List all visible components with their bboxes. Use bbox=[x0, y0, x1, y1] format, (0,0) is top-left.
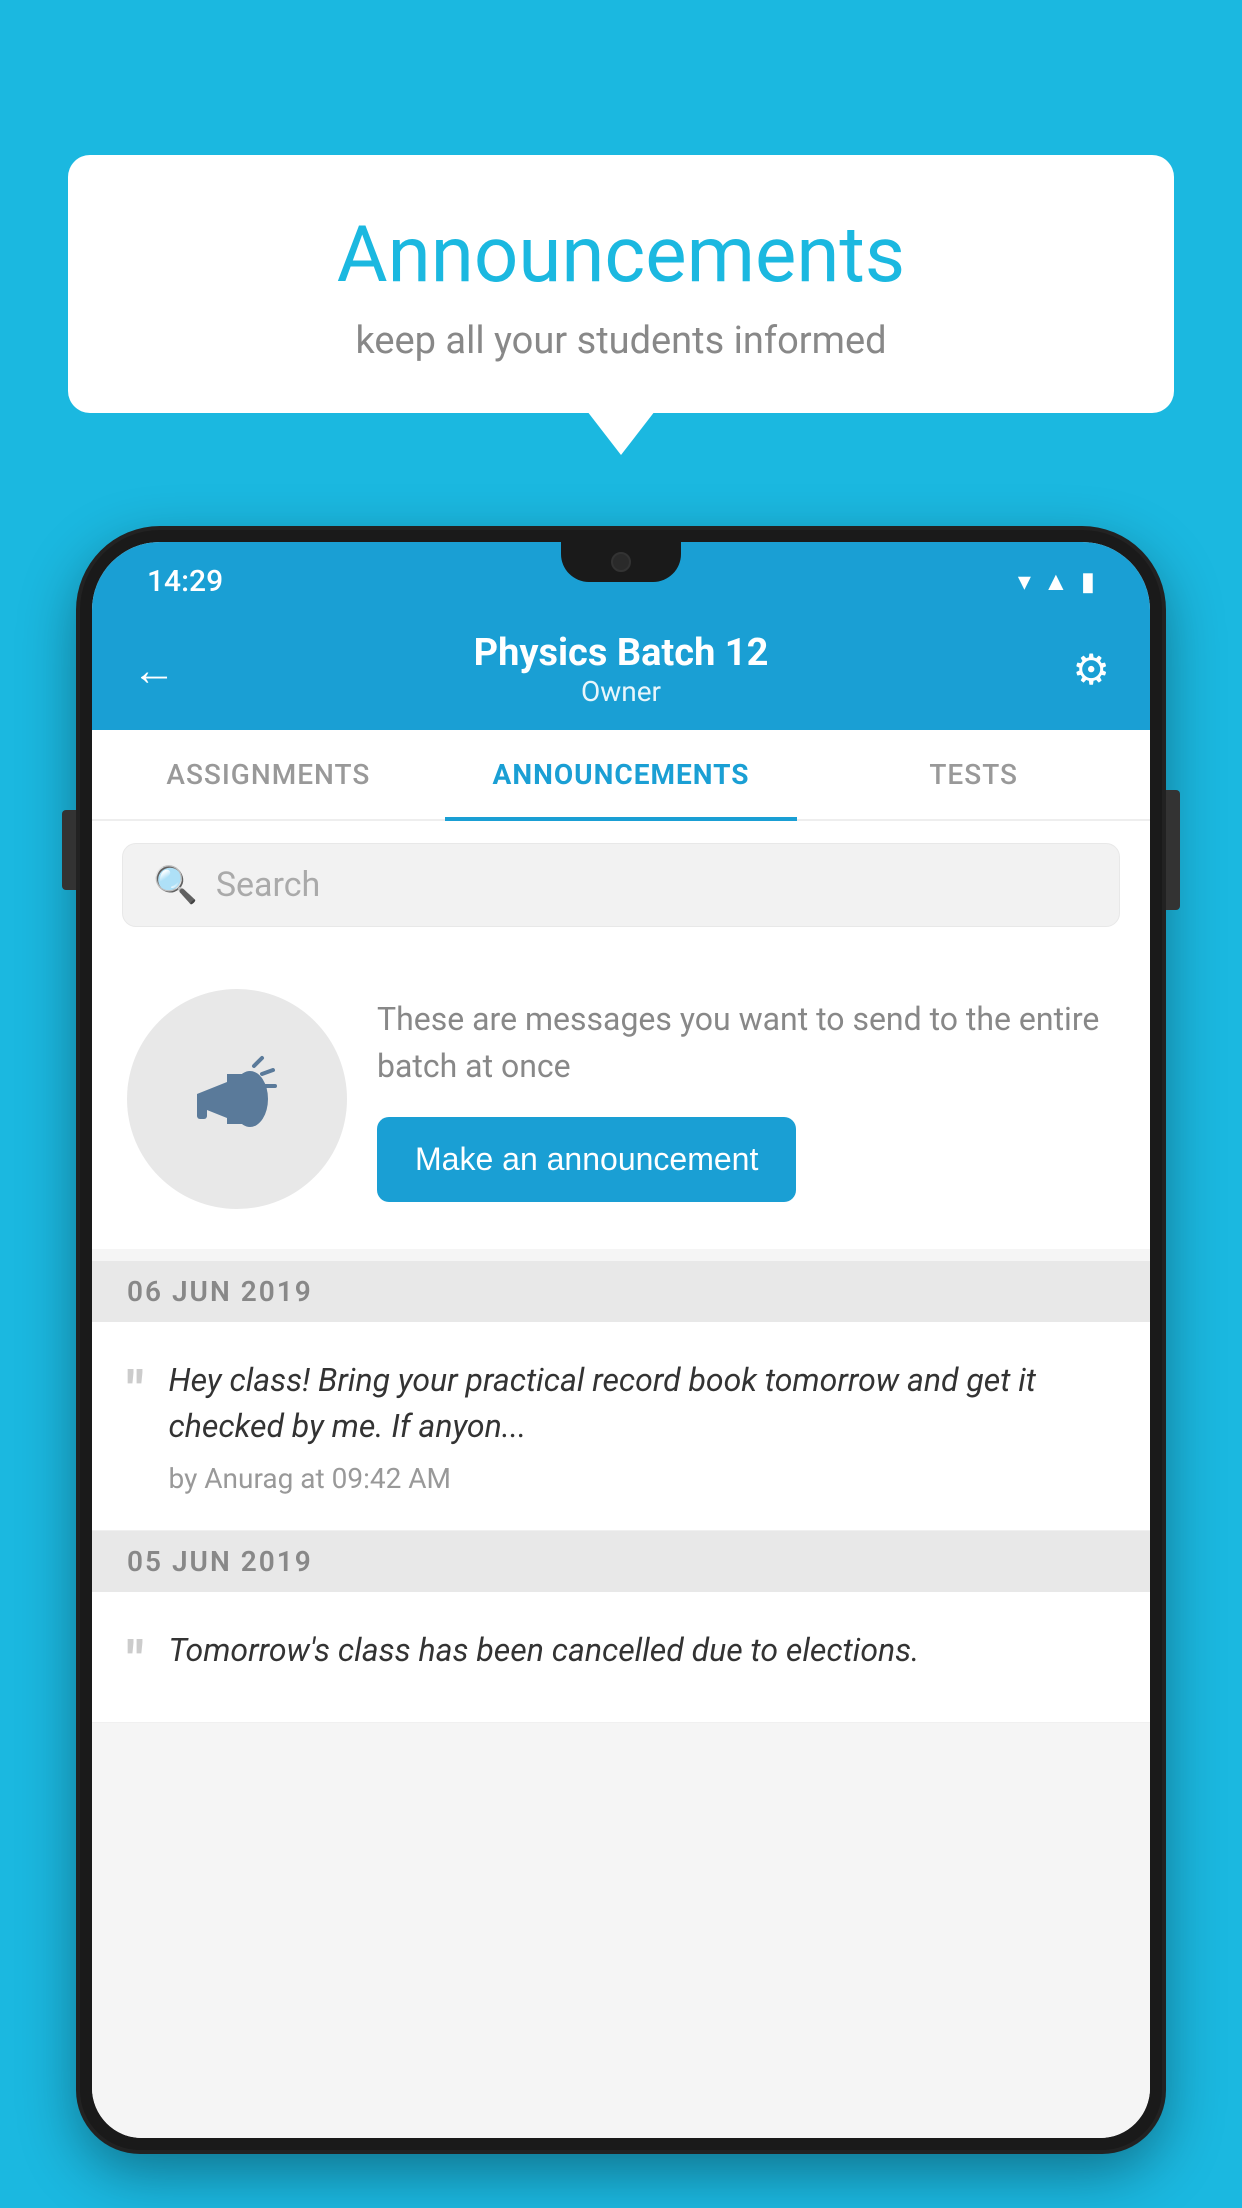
tab-tests[interactable]: TESTS bbox=[797, 730, 1150, 819]
phone-container: 14:29 ▾ ▲ ▮ ← Physics Batch 12 Owner ⚙ bbox=[80, 530, 1162, 2208]
signal-icon: ▲ bbox=[1043, 566, 1069, 597]
quote-icon-1: " bbox=[127, 1365, 144, 1417]
tab-bar: ASSIGNMENTS ANNOUNCEMENTS TESTS bbox=[92, 730, 1150, 821]
promo-right: These are messages you want to send to t… bbox=[377, 996, 1115, 1202]
megaphone-svg bbox=[182, 1044, 292, 1154]
speech-bubble-title: Announcements bbox=[128, 210, 1114, 301]
status-icons: ▾ ▲ ▮ bbox=[1018, 566, 1095, 597]
promo-icon-circle bbox=[127, 989, 347, 1209]
speech-bubble-subtitle: keep all your students informed bbox=[128, 319, 1114, 363]
speech-bubble-section: Announcements keep all your students inf… bbox=[68, 155, 1174, 413]
wifi-icon: ▾ bbox=[1018, 567, 1031, 597]
promo-description: These are messages you want to send to t… bbox=[377, 996, 1115, 1089]
batch-title: Physics Batch 12 bbox=[192, 631, 1050, 675]
search-bar[interactable]: 🔍 Search bbox=[122, 843, 1120, 927]
status-time: 14:29 bbox=[147, 564, 223, 599]
battery-icon: ▮ bbox=[1081, 567, 1095, 597]
phone-notch bbox=[561, 542, 681, 582]
date-label-1: 06 JUN 2019 bbox=[127, 1275, 313, 1308]
back-button[interactable]: ← bbox=[132, 644, 192, 696]
announcement-text-2: Tomorrow's class has been cancelled due … bbox=[169, 1627, 1115, 1673]
phone-screen: 14:29 ▾ ▲ ▮ ← Physics Batch 12 Owner ⚙ bbox=[92, 542, 1150, 2138]
settings-button[interactable]: ⚙ bbox=[1050, 645, 1110, 695]
search-icon: 🔍 bbox=[153, 864, 198, 906]
date-separator-1: 06 JUN 2019 bbox=[92, 1261, 1150, 1322]
quote-icon-2: " bbox=[127, 1635, 144, 1687]
announcement-item-2[interactable]: " Tomorrow's class has been cancelled du… bbox=[92, 1592, 1150, 1723]
front-camera bbox=[611, 552, 631, 572]
batch-role: Owner bbox=[192, 675, 1050, 708]
tab-assignments[interactable]: ASSIGNMENTS bbox=[92, 730, 445, 819]
date-label-2: 05 JUN 2019 bbox=[127, 1545, 313, 1578]
date-separator-2: 05 JUN 2019 bbox=[92, 1531, 1150, 1592]
announcement-meta-1: by Anurag at 09:42 AM bbox=[169, 1462, 1115, 1495]
tab-announcements[interactable]: ANNOUNCEMENTS bbox=[445, 730, 798, 819]
search-placeholder: Search bbox=[216, 865, 320, 905]
announcement-text-1: Hey class! Bring your practical record b… bbox=[169, 1357, 1115, 1450]
app-header: ← Physics Batch 12 Owner ⚙ bbox=[92, 611, 1150, 730]
make-announcement-button[interactable]: Make an announcement bbox=[377, 1117, 796, 1202]
phone-frame: 14:29 ▾ ▲ ▮ ← Physics Batch 12 Owner ⚙ bbox=[80, 530, 1162, 2150]
announcement-content-1: Hey class! Bring your practical record b… bbox=[169, 1357, 1115, 1495]
content-area: 🔍 Search bbox=[92, 821, 1150, 2138]
speech-bubble-card: Announcements keep all your students inf… bbox=[68, 155, 1174, 413]
search-bar-container: 🔍 Search bbox=[92, 821, 1150, 949]
announcement-content-2: Tomorrow's class has been cancelled due … bbox=[169, 1627, 1115, 1685]
announcement-item-1[interactable]: " Hey class! Bring your practical record… bbox=[92, 1322, 1150, 1531]
announcement-promo: These are messages you want to send to t… bbox=[92, 949, 1150, 1249]
header-title-group: Physics Batch 12 Owner bbox=[192, 631, 1050, 708]
